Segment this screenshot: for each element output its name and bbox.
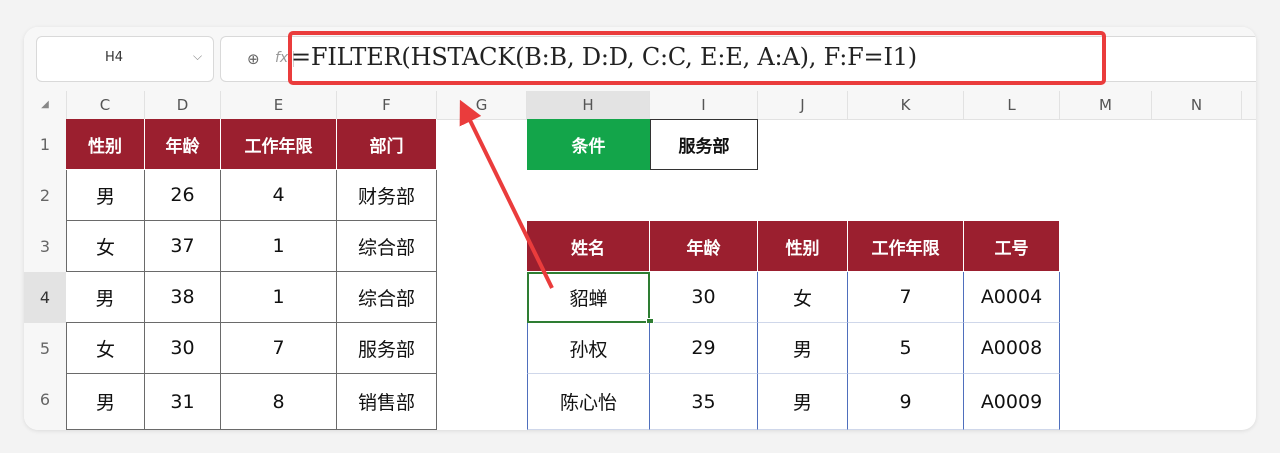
result-table-cell[interactable]: 30 [650,272,758,323]
left-table-cell[interactable]: 销售部 [337,374,437,430]
column-header[interactable]: E [221,91,337,119]
column-header[interactable]: D [145,91,221,119]
result-table-cell[interactable]: A0009 [964,374,1060,430]
left-table-cell[interactable]: 26 [145,170,221,221]
result-table-header[interactable]: 年龄 [650,221,758,272]
left-table-cell[interactable]: 37 [145,221,221,272]
result-table-cell[interactable]: 孙权 [527,323,650,374]
left-table-cell[interactable]: 1 [221,221,337,272]
column-header-active[interactable]: H [527,91,650,119]
result-table-header[interactable]: 工作年限 [848,221,964,272]
left-table-cell[interactable]: 38 [145,272,221,323]
row-header[interactable]: 2 [24,170,66,221]
cell-grid: 性别 年龄 工作年限 部门 男 26 4 财务部 女 37 1 综合部 男 38… [66,119,1256,430]
left-table-cell[interactable]: 31 [145,374,221,430]
left-table-cell[interactable]: 1 [221,272,337,323]
row-header[interactable]: 6 [24,374,66,425]
left-table-cell[interactable]: 男 [66,272,145,323]
left-table-cell[interactable]: 4 [221,170,337,221]
result-table-cell[interactable]: 9 [848,374,964,430]
result-table-cell[interactable]: 男 [758,374,848,430]
left-table-cell[interactable]: 服务部 [337,323,437,374]
condition-value-cell[interactable]: 服务部 [650,119,758,170]
result-table-cell[interactable]: 35 [650,374,758,430]
formula-highlight-box [288,31,1106,85]
result-table-cell[interactable]: 男 [758,323,848,374]
left-table-cell[interactable]: 财务部 [337,170,437,221]
result-table-cell[interactable]: 女 [758,272,848,323]
left-table-cell[interactable]: 男 [66,374,145,430]
left-table-header[interactable]: 性别 [66,119,145,170]
column-header[interactable]: L [964,91,1060,119]
spreadsheet-window: H4 ⌵ ⊕ fx =FILTER(HSTACK(B:B, D:D, C:C, … [24,27,1256,430]
column-header[interactable]: N [1152,91,1242,119]
column-header[interactable]: J [758,91,848,119]
left-table-cell[interactable]: 30 [145,323,221,374]
result-table-cell[interactable]: 5 [848,323,964,374]
result-table-header[interactable]: 姓名 [527,221,650,272]
select-all-corner-icon[interactable]: ◢ [24,91,67,119]
result-table-header[interactable]: 工号 [964,221,1060,272]
left-table-header[interactable]: 部门 [337,119,437,170]
row-header[interactable]: 3 [24,221,66,272]
name-box[interactable]: H4 ⌵ [36,36,214,82]
left-table-cell[interactable]: 女 [66,323,145,374]
condition-label-cell[interactable]: 条件 [527,119,650,170]
left-table-header[interactable]: 工作年限 [221,119,337,170]
formula-bar: H4 ⌵ ⊕ fx =FILTER(HSTACK(B:B, D:D, C:C, … [24,27,1256,92]
chevron-down-icon[interactable]: ⌵ [193,49,202,64]
result-table-cell[interactable]: 7 [848,272,964,323]
column-header[interactable]: M [1060,91,1152,119]
left-table-cell[interactable]: 女 [66,221,145,272]
row-header[interactable]: 5 [24,323,66,374]
left-table-cell[interactable]: 7 [221,323,337,374]
result-table-cell-selected[interactable]: 貂蝉 [527,272,650,323]
row-header-bar: 1 2 3 4 5 6 [24,119,67,430]
column-header[interactable]: K [848,91,964,119]
fx-icon[interactable]: fx [275,50,288,66]
left-table-header[interactable]: 年龄 [145,119,221,170]
column-header[interactable]: I [650,91,758,119]
zoom-icon[interactable]: ⊕ [247,50,260,68]
result-table-cell[interactable]: 陈心怡 [527,374,650,430]
name-box-cell-ref: H4 [105,50,124,65]
left-table-cell[interactable]: 综合部 [337,272,437,323]
left-table-cell[interactable]: 综合部 [337,221,437,272]
column-header[interactable]: F [337,91,437,119]
column-header[interactable]: G [437,91,527,119]
result-table-cell[interactable]: 29 [650,323,758,374]
result-table-cell[interactable]: A0008 [964,323,1060,374]
row-header[interactable]: 1 [24,119,66,170]
row-header-active[interactable]: 4 [24,272,66,323]
column-header-bar: ◢ C D E F G H I J K L M N [24,91,1256,120]
result-table-header[interactable]: 性别 [758,221,848,272]
left-table-cell[interactable]: 8 [221,374,337,430]
left-table-cell[interactable]: 男 [66,170,145,221]
result-table-cell[interactable]: A0004 [964,272,1060,323]
column-header[interactable]: C [66,91,145,119]
